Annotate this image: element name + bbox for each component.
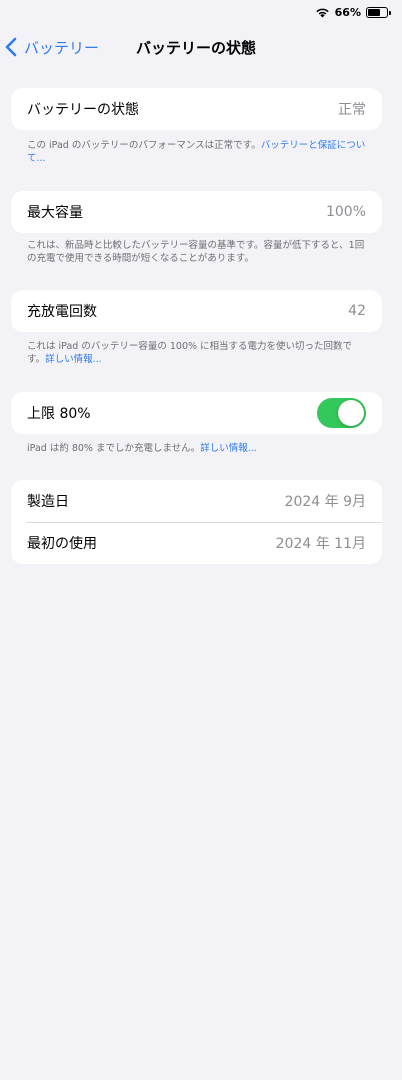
wifi-icon xyxy=(315,8,329,18)
first-use-row: 最初の使用 2024 年 11月 xyxy=(11,522,382,564)
cycle-count-label: 充放電回数 xyxy=(27,304,97,320)
first-use-label: 最初の使用 xyxy=(27,536,97,552)
first-use-value: 2024 年 11月 xyxy=(275,536,366,552)
battery-health-card: バッテリーの状態 正常 xyxy=(11,88,382,130)
battery-level-fill xyxy=(368,8,380,16)
toggle-knob xyxy=(338,400,364,426)
cycle-count-footnote: これは iPad のバッテリー容量の 100% に相当する電力を使い切った回数で… xyxy=(27,340,367,366)
charge-limit-footnote: iPad は約 80% までしか充電しません。詳しい情報... xyxy=(27,442,367,455)
navigation-bar: バッテリー バッテリーの状態 xyxy=(0,30,402,64)
max-capacity-row: 最大容量 100% xyxy=(11,191,382,233)
manufacture-date-value: 2024 年 9月 xyxy=(284,494,366,510)
battery-health-value: 正常 xyxy=(338,102,366,118)
cycle-count-row: 充放電回数 42 xyxy=(11,290,382,332)
battery-health-footnote: この iPad のバッテリーのパフォーマンスは正常です。バッテリーと保証について… xyxy=(27,139,367,165)
battery-info-card: 製造日 2024 年 9月 最初の使用 2024 年 11月 xyxy=(11,480,382,564)
battery-percent: 66% xyxy=(334,5,361,19)
battery-health-label: バッテリーの状態 xyxy=(27,102,139,118)
cycle-count-more-info-link[interactable]: 詳しい情報... xyxy=(45,354,102,365)
chevron-left-icon xyxy=(5,37,17,57)
status-indicators: 66% xyxy=(315,4,391,20)
battery-health-row: バッテリーの状態 正常 xyxy=(11,88,382,130)
charge-limit-card: 上限 80% xyxy=(11,392,382,434)
page-title: バッテリーの状態 xyxy=(136,39,257,57)
back-button[interactable]: バッテリー xyxy=(4,34,99,60)
back-button-label: バッテリー xyxy=(24,38,100,57)
row-divider xyxy=(27,522,382,523)
battery-health-footnote-text: この iPad のバッテリーのパフォーマンスは正常です。 xyxy=(27,140,261,151)
cycle-count-value: 42 xyxy=(348,303,366,319)
cycle-count-card: 充放電回数 42 xyxy=(11,290,382,332)
max-capacity-label: 最大容量 xyxy=(27,205,83,221)
charge-limit-row: 上限 80% xyxy=(11,392,382,434)
charge-limit-footnote-text: iPad は約 80% までしか充電しません。 xyxy=(27,443,201,454)
status-bar: 66% xyxy=(0,0,402,24)
battery-icon xyxy=(366,6,391,18)
charge-limit-more-info-link[interactable]: 詳しい情報... xyxy=(200,443,257,454)
max-capacity-footnote: これは、新品時と比較したバッテリー容量の基準です。容量が低下すると、1回の充電で… xyxy=(27,239,367,265)
manufacture-date-label: 製造日 xyxy=(27,494,69,510)
charge-limit-toggle[interactable] xyxy=(317,398,366,428)
max-capacity-card: 最大容量 100% xyxy=(11,191,382,233)
max-capacity-value: 100% xyxy=(325,204,366,220)
max-capacity-footnote-text: これは、新品時と比較したバッテリー容量の基準です。容量が低下すると、1回の充電で… xyxy=(27,240,365,264)
charge-limit-label: 上限 80% xyxy=(27,406,91,422)
battery-cap xyxy=(389,10,391,15)
manufacture-date-row: 製造日 2024 年 9月 xyxy=(11,480,382,522)
